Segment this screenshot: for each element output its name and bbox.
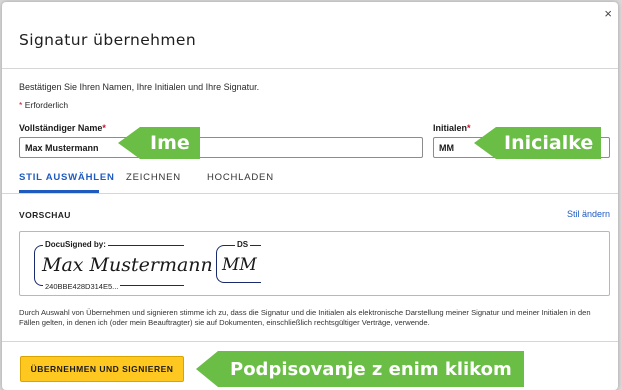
required-note-label: Erforderlich	[24, 100, 69, 110]
full-name-label: Vollständiger Name*	[19, 123, 106, 133]
initials-label-text: Initialen	[433, 123, 468, 133]
change-style-link[interactable]: Stil ändern	[567, 209, 610, 219]
footer-divider	[2, 341, 618, 342]
callout-initials-text: Inicialke	[496, 127, 602, 159]
callout-one-click-text: Podpisovanje z enim klikom	[218, 351, 524, 387]
signature-stamp: DocuSigned by: Max Mustermann 240BBE428D…	[34, 240, 213, 291]
callout-initials: Inicialke	[474, 127, 602, 159]
initials-label: Initialen*	[433, 123, 471, 133]
intro-text: Bestätigen Sie Ihren Namen, Ihre Initial…	[19, 82, 260, 92]
adopt-and-sign-button[interactable]: ÜBERNEHMEN UND SIGNIEREN	[20, 356, 184, 382]
legal-disclaimer: Durch Auswahl von Übernehmen und signier…	[19, 308, 591, 327]
callout-arrow-icon	[118, 127, 140, 159]
required-star: *	[19, 100, 23, 110]
initials-header: DS	[235, 240, 251, 249]
divider	[2, 68, 618, 69]
signature-script: Max Mustermann	[42, 254, 213, 276]
tabs-divider	[2, 193, 618, 194]
callout-name-text: Ime	[140, 127, 200, 159]
callout-arrow-icon	[196, 351, 218, 387]
initials-script: MM	[222, 255, 257, 275]
callout-arrow-icon	[474, 127, 496, 159]
preview-label: VORSCHAU	[19, 210, 71, 220]
full-name-label-text: Vollständiger Name	[19, 123, 103, 133]
signature-id: 240BBE428D314E5...	[43, 282, 121, 291]
tab-draw[interactable]: ZEICHNEN	[126, 172, 181, 183]
dialog-title: Signatur übernehmen	[19, 31, 197, 49]
tab-select-style[interactable]: STIL AUSWÄHLEN	[19, 172, 115, 183]
initials-stamp: DS MM	[216, 240, 286, 290]
callout-one-click: Podpisovanje z enim klikom	[196, 351, 524, 387]
close-icon[interactable]: ×	[604, 7, 612, 20]
tab-upload[interactable]: HOCHLADEN	[207, 172, 274, 183]
full-name-field[interactable]	[19, 137, 423, 158]
adopt-signature-dialog: × Signatur übernehmen Bestätigen Sie Ihr…	[2, 2, 618, 390]
required-star: *	[467, 123, 471, 133]
required-star: *	[102, 123, 106, 133]
signature-preview: DocuSigned by: Max Mustermann 240BBE428D…	[19, 231, 610, 296]
signature-header: DocuSigned by:	[43, 240, 108, 249]
callout-name: Ime	[118, 127, 200, 159]
required-note: * Erforderlich	[19, 100, 68, 110]
